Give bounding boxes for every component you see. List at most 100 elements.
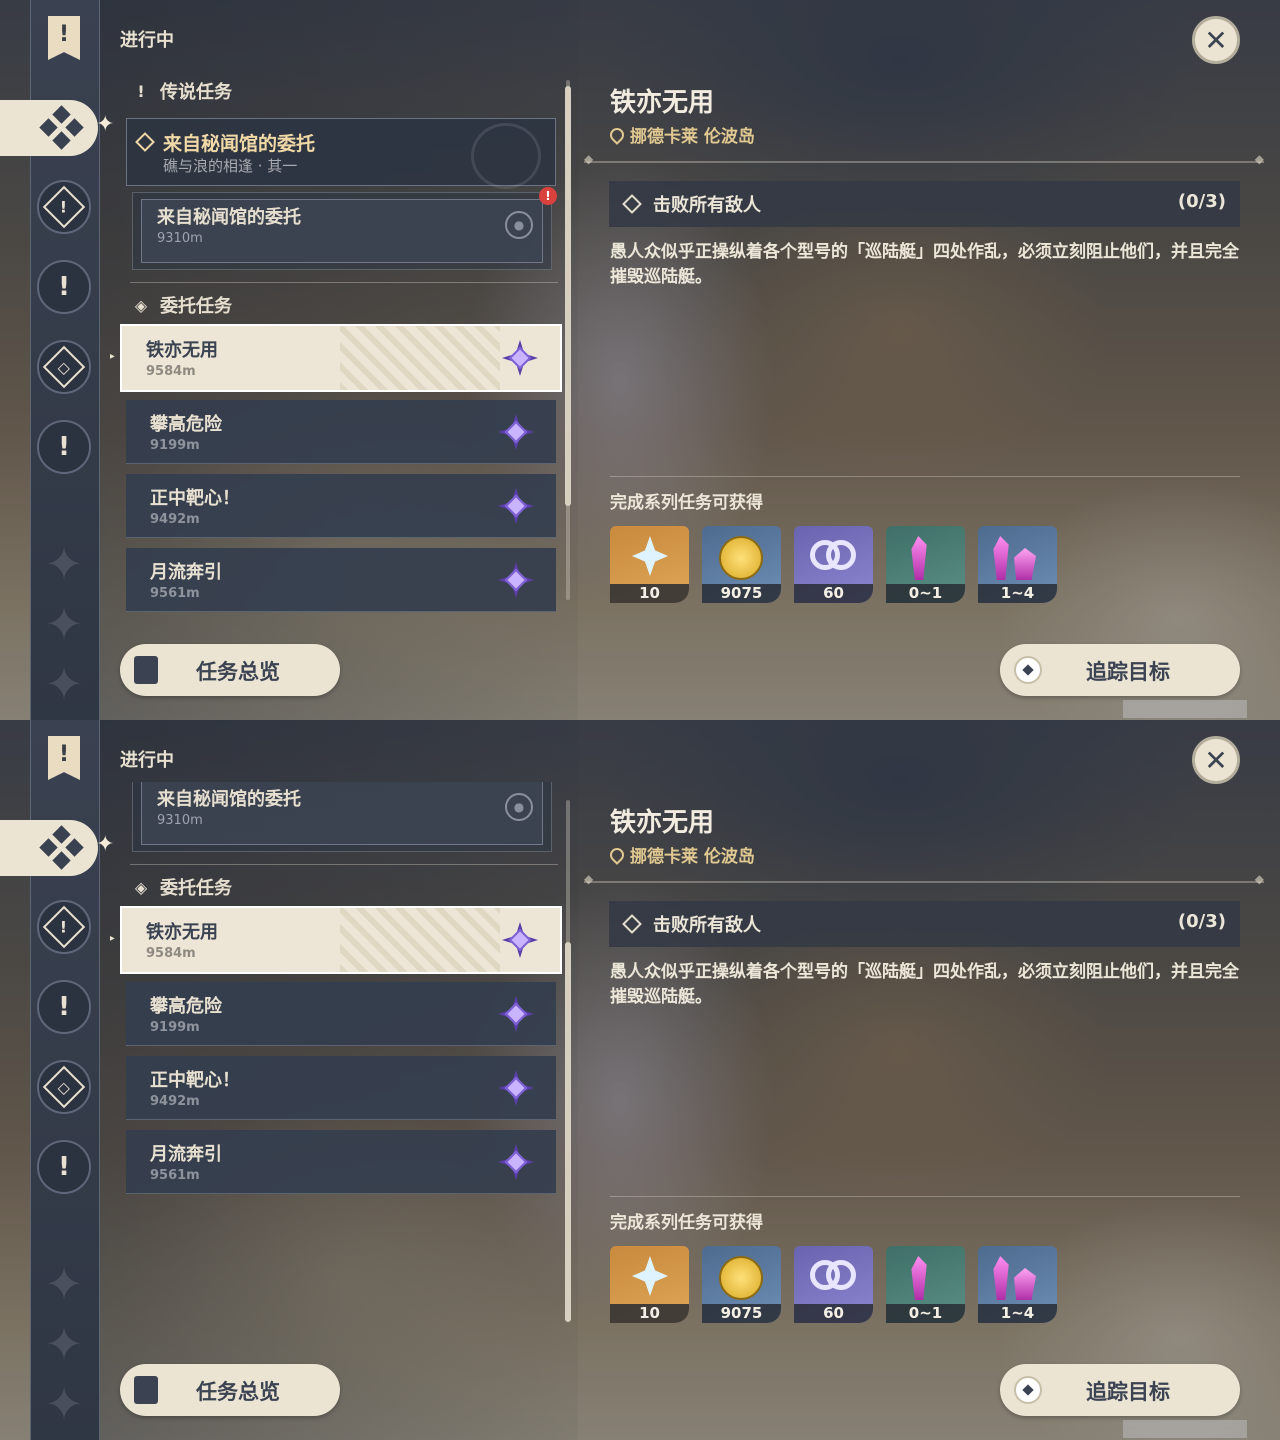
detail-description: 愚人众似乎正操纵着各个型号的「巡陆艇」四处作乱，必须立刻阻止他们，并且完全摧毁巡… (610, 962, 1239, 1007)
story-quest-icon[interactable]: ! (37, 260, 91, 314)
track-diamond-icon (1014, 656, 1042, 684)
adventure-exp-icon (810, 540, 856, 574)
task-item[interactable]: 攀高危险 9199m (126, 982, 556, 1046)
crystal-icon (911, 536, 927, 580)
sidebar-item-commissions[interactable] (0, 820, 98, 876)
divider (610, 1196, 1240, 1197)
decor-star-icon: ✦ (44, 657, 84, 711)
commission-gem-icon (498, 488, 534, 524)
commission-cluster-icon (39, 105, 84, 150)
detail-description: 愚人众似乎正操纵着各个型号的「巡陆艇」四处作乱，必须立刻阻止他们，并且完全摧毁巡… (610, 242, 1239, 287)
close-icon: ✕ (1204, 743, 1228, 777)
commission-cluster-icon (39, 825, 84, 870)
story-quest-icon[interactable]: ! (37, 980, 91, 1034)
detail-location: 挪德卡莱 伦波岛 (607, 842, 755, 867)
archon-quest-icon[interactable]: ! (37, 180, 91, 234)
reward-title: 完成系列任务可获得 (610, 493, 763, 513)
mora-icon (719, 536, 763, 580)
location-pin-icon[interactable]: ● (505, 211, 533, 239)
section-legend: ! 传说任务 (132, 78, 232, 104)
crystal-icon (911, 1256, 927, 1300)
divider (584, 152, 1264, 166)
exclamation-icon[interactable]: ! (37, 1140, 91, 1194)
task-item[interactable]: 铁亦无用 9584m (120, 906, 562, 974)
decor-star-icon: ✦ (44, 1257, 84, 1311)
world-quest-icon[interactable]: ◇ (37, 1060, 91, 1114)
close-button[interactable]: ✕ (1192, 736, 1240, 784)
legend-sub-quest[interactable]: 来自秘闻馆的委托 9310m ● (132, 782, 552, 852)
diamond-icon (135, 132, 155, 152)
commission-gem-icon (502, 922, 538, 958)
commission-gem-icon (502, 340, 538, 376)
reward-item[interactable]: 60 (794, 526, 873, 603)
scroll-thumb[interactable] (565, 86, 571, 506)
objective-diamond-icon (622, 194, 642, 214)
commission-diamond-icon: ◈ (134, 295, 148, 315)
commission-diamond-icon: ◈ (134, 877, 148, 897)
quest-overview-button[interactable]: 任务总览 (120, 1364, 340, 1416)
quest-list[interactable]: ! 传说任务 来自秘闻馆的委托 礁与浪的相逢 · 其一 来自秘闻馆的委托 931… (110, 70, 570, 630)
reward-item[interactable]: 0~1 (886, 526, 965, 603)
adventure-exp-icon (810, 1260, 856, 1294)
quest-list[interactable]: 来自秘闻馆的委托 9310m ● ◈ 委托任务 ▶ 铁亦无用 9584m 攀高危… (110, 782, 570, 1282)
reward-list: 10 9075 60 0~1 1~4 (610, 1246, 1057, 1323)
page-title: 进行中 (120, 30, 174, 51)
reward-item[interactable]: 9075 (702, 1246, 781, 1323)
sidebar-item-commissions[interactable] (0, 100, 98, 156)
location-pin-icon (607, 844, 627, 865)
detail-title: 铁亦无用 (610, 88, 715, 118)
task-item[interactable]: 正中靶心！ 9492m (126, 1056, 556, 1120)
reward-item[interactable]: 10 (610, 1246, 689, 1323)
reward-item[interactable]: 1~4 (978, 526, 1057, 603)
commission-gem-icon (498, 562, 534, 598)
close-icon: ✕ (1204, 23, 1228, 57)
archon-quest-icon[interactable]: ! (37, 900, 91, 954)
selected-arrow-icon: ▶ (110, 348, 115, 364)
reward-item[interactable]: 9075 (702, 526, 781, 603)
close-button[interactable]: ✕ (1192, 16, 1240, 64)
reward-item[interactable]: 10 (610, 526, 689, 603)
section-commission: ◈ 委托任务 (132, 292, 232, 318)
location-pin-icon[interactable]: ● (505, 793, 533, 821)
scroll-thumb[interactable] (565, 942, 571, 1322)
selected-arrow-icon: ▶ (110, 930, 115, 946)
mora-icon (719, 1256, 763, 1300)
task-item[interactable]: 攀高危险 9199m (126, 400, 556, 464)
reward-item[interactable]: 0~1 (886, 1246, 965, 1323)
primogem-icon (632, 1256, 668, 1296)
reward-list: 10 9075 60 0~1 1~4 (610, 526, 1057, 603)
commission-gem-icon (498, 1144, 534, 1180)
track-target-button[interactable]: 追踪目标 (1000, 1364, 1240, 1416)
legend-sub-quest[interactable]: 来自秘闻馆的委托 9310m ● ! (132, 187, 557, 270)
world-quest-icon[interactable]: ◇ (37, 340, 91, 394)
track-target-button[interactable]: 追踪目标 (1000, 644, 1240, 696)
reward-item[interactable]: 60 (794, 1246, 873, 1323)
reward-title: 完成系列任务可获得 (610, 1213, 763, 1233)
detail-title: 铁亦无用 (610, 808, 715, 838)
detail-location: 挪德卡莱 伦波岛 (607, 122, 755, 147)
task-item[interactable]: 正中靶心！ 9492m (126, 474, 556, 538)
task-item[interactable]: 月流奔引 9561m (126, 548, 556, 612)
quest-panel-top: ✦ ✦ ✦ ! ✦ ! ! ◇ ! 进行中 ✕ ! 传说任务 来自秘闻馆的委托 … (0, 0, 1280, 720)
objective-diamond-icon (622, 914, 642, 934)
quest-overview-button[interactable]: 任务总览 (120, 644, 340, 696)
divider (584, 872, 1264, 886)
legend-quest-card[interactable]: 来自秘闻馆的委托 礁与浪的相逢 · 其一 (126, 118, 556, 189)
track-diamond-icon (1014, 1376, 1042, 1404)
task-item[interactable]: 月流奔引 9561m (126, 1130, 556, 1194)
task-item[interactable]: 铁亦无用 9584m (120, 324, 562, 392)
quest-book-icon (134, 656, 158, 684)
quest-panel-bottom: ✦ ✦ ✦ ! ✦ ! ! ◇ ! 进行中 ✕ 来自秘闻馆的委托 9310m ●… (0, 720, 1280, 1440)
decor-star-icon: ✦ (44, 1317, 84, 1371)
divider (610, 476, 1240, 477)
page-title: 进行中 (120, 750, 174, 771)
exclamation-icon[interactable]: ! (37, 420, 91, 474)
reward-item[interactable]: 1~4 (978, 1246, 1057, 1323)
decor-star-icon: ✦ (44, 1377, 84, 1431)
quest-book-icon (134, 1376, 158, 1404)
location-pin-icon (607, 124, 627, 145)
commission-gem-icon (498, 1070, 534, 1106)
objective-bar: 击败所有敌人 (0/3) (609, 181, 1240, 227)
decor-star-icon: ✦ (44, 537, 84, 591)
commission-gem-icon (498, 414, 534, 450)
